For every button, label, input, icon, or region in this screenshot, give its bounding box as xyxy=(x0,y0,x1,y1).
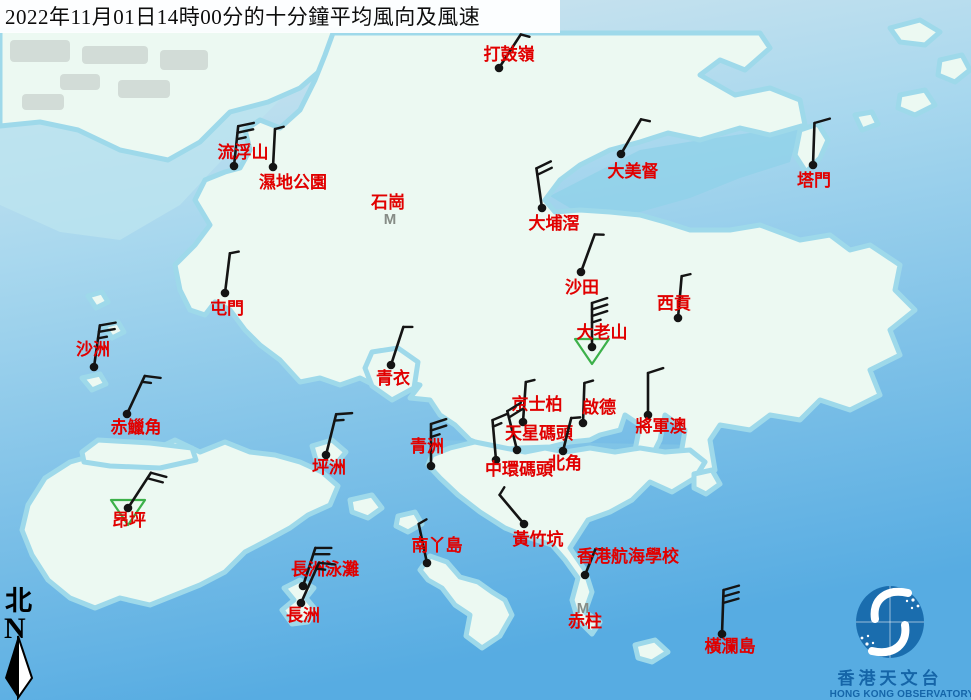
station-label: 石崗 xyxy=(370,193,405,212)
station-label: 大美督 xyxy=(608,161,659,181)
wind-barb-half-icon xyxy=(98,337,107,339)
station-dot xyxy=(123,410,132,419)
station-dot xyxy=(513,446,522,455)
station-dot xyxy=(495,64,504,73)
station-label: 大埔滘 xyxy=(529,213,580,233)
station-label: 赤柱 xyxy=(568,611,602,631)
station-dot xyxy=(423,559,432,568)
station-dot xyxy=(588,343,597,352)
station-dot xyxy=(387,361,396,370)
station-dot xyxy=(674,314,683,323)
station-label: 青衣 xyxy=(376,368,410,388)
title-bar: 2022年11月01日14時00分的十分鐘平均風向及風速 xyxy=(0,0,560,33)
hko-logo-name-cn: 香港天文台 xyxy=(838,668,943,688)
station-label: 中環碼頭 xyxy=(485,459,554,479)
station-label: 大老山 xyxy=(577,322,628,342)
station-label: 黃竹坑 xyxy=(512,529,564,549)
land-chek-lap-kok xyxy=(82,440,196,468)
wind-barb-staff-icon xyxy=(813,123,814,165)
hko-logo-name-en: HONG KONG OBSERVATORY xyxy=(830,689,971,700)
station-dot xyxy=(577,268,586,277)
station-dot xyxy=(230,162,239,171)
station-label: 青洲 xyxy=(410,436,444,456)
station-label: 坪洲 xyxy=(312,458,346,477)
station-dot xyxy=(617,150,626,159)
station-label: 屯門 xyxy=(210,298,244,318)
station-label: 沙田 xyxy=(565,278,599,297)
wind-barb-half-icon xyxy=(230,252,239,254)
wind-barb-full-icon xyxy=(319,563,335,565)
wind-barb-half-icon xyxy=(142,382,151,383)
station-label: 濕地公園 xyxy=(259,172,327,192)
station-label: 橫瀾島 xyxy=(705,636,756,656)
station-label: 將軍澳 xyxy=(636,416,688,436)
station-dot xyxy=(579,419,588,428)
station-label: 香港航海學校 xyxy=(577,546,680,566)
station-label: 塔門 xyxy=(797,170,831,190)
missing-data-marker: M xyxy=(384,211,397,228)
station-dot xyxy=(269,163,278,172)
station-dot xyxy=(520,520,529,529)
land-ne-island-4 xyxy=(855,112,878,130)
compass-letter: N xyxy=(4,612,26,645)
station-label: 赤鱲角 xyxy=(111,417,162,437)
station-label: 沙洲 xyxy=(76,340,110,359)
station-label: 流浮山 xyxy=(218,142,269,162)
station-dot xyxy=(221,289,230,298)
station-label: 啟德 xyxy=(582,397,616,417)
station-label: 打鼓嶺 xyxy=(484,44,535,64)
wind-barb-half-icon xyxy=(316,569,325,570)
station-label: 南丫島 xyxy=(412,535,463,555)
station-dot xyxy=(809,161,818,170)
wind-barb-half-icon xyxy=(571,417,580,418)
station-label: 天星碼頭 xyxy=(505,424,574,443)
station-dot xyxy=(90,363,99,372)
station-dot xyxy=(427,462,436,471)
station-label: 北角 xyxy=(548,453,582,473)
wind-barb-full-icon xyxy=(336,413,352,414)
wind-map: 2022年11月01日14時00分的十分鐘平均風向及風速 流浮山濕地公園 M石崗 打… xyxy=(0,0,971,700)
station-dot xyxy=(581,571,590,580)
map-title: 2022年11月01日14時00分的十分鐘平均風向及風速 xyxy=(5,5,480,29)
station-label: 昂坪 xyxy=(112,511,146,530)
station-label: 長洲 xyxy=(286,606,320,625)
station-dot xyxy=(538,204,547,213)
land-small-island-1 xyxy=(396,512,422,532)
station-label: 西貢 xyxy=(657,294,691,313)
wind-barb-half-icon xyxy=(335,420,344,421)
